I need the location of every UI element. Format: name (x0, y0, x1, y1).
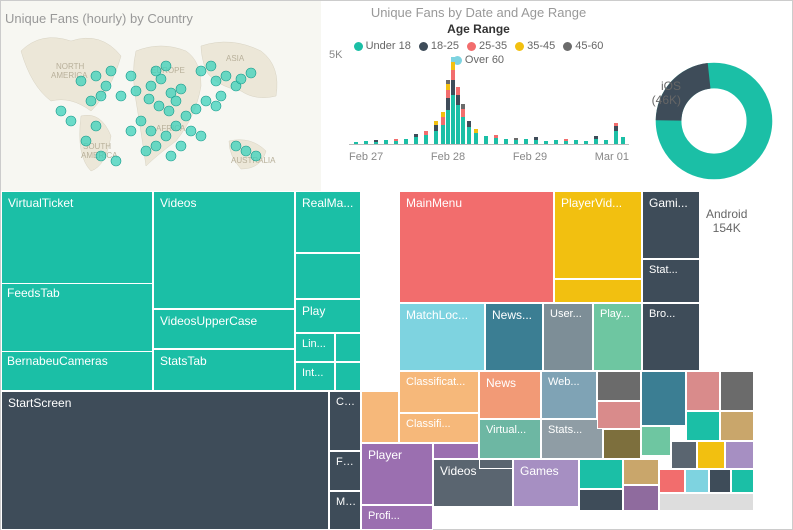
treemap-cell[interactable]: Play... (593, 303, 642, 371)
treemap-cell[interactable]: StartScreen (1, 391, 329, 530)
treemap-cell[interactable] (725, 441, 754, 469)
treemap-cell[interactable]: Web... (541, 371, 597, 419)
treemap-cell[interactable] (641, 371, 686, 426)
treemap-cell[interactable]: Stat... (642, 259, 700, 303)
treemap-cell[interactable] (720, 371, 754, 411)
treemap-cell[interactable]: Ma... (329, 491, 361, 530)
treemap-cell[interactable] (295, 253, 361, 299)
treemap-cell[interactable]: MainMenu (399, 191, 554, 303)
svg-text:NORTH: NORTH (56, 62, 85, 71)
treemap-cell[interactable] (597, 371, 641, 401)
legend-18-25[interactable]: 18-25 (419, 40, 459, 52)
map-chart[interactable]: Unique Fans (hourly) by Country NORTH AM… (1, 1, 321, 191)
treemap-cell[interactable] (720, 411, 754, 441)
treemap-cell[interactable] (659, 493, 754, 511)
treemap-cell[interactable]: Bro... (642, 303, 700, 371)
treemap-cell[interactable]: MatchLoc... (399, 303, 485, 371)
bar-subtitle: Age Range (329, 22, 628, 36)
treemap-cell[interactable] (335, 362, 361, 391)
treemap-cell[interactable]: Lin... (295, 333, 335, 362)
treemap-cell[interactable] (659, 469, 685, 493)
treemap-cell[interactable] (603, 429, 641, 459)
donut-label-ios: iOS (46K) (636, 79, 681, 107)
treemap-cell[interactable] (579, 489, 623, 511)
treemap-cell[interactable]: Play (295, 299, 361, 333)
treemap-cell[interactable] (686, 411, 720, 441)
treemap-cell[interactable] (361, 391, 399, 443)
svg-text:ASIA: ASIA (226, 54, 245, 63)
y-tick: 5K (329, 49, 342, 61)
treemap-cell[interactable]: Player (361, 443, 433, 505)
treemap-cell[interactable]: Fixt... (329, 451, 361, 491)
bars-area (349, 53, 629, 145)
treemap-cell[interactable]: News... (485, 303, 543, 371)
treemap-cell[interactable]: Classifi... (399, 413, 479, 443)
treemap-cell[interactable] (686, 371, 720, 411)
treemap-cell[interactable]: VideosUpperCase (153, 309, 295, 349)
treemap-cell[interactable] (335, 333, 361, 362)
treemap-cell[interactable] (479, 459, 513, 469)
treemap-chart[interactable]: VirtualTicketFeedsTabBernabeuCamerasVide… (1, 191, 793, 530)
legend-under-18[interactable]: Under 18 (354, 40, 411, 52)
map-title: Unique Fans (hourly) by Country (5, 11, 193, 26)
donut-chart[interactable]: iOS (46K) Android154K (636, 1, 791, 191)
bar-chart[interactable]: Unique Fans by Date and Age Range Age Ra… (321, 1, 636, 191)
legend-25-35[interactable]: 25-35 (467, 40, 507, 52)
treemap-cell[interactable]: Gami... (642, 191, 700, 259)
treemap-cell[interactable] (597, 401, 641, 429)
treemap-cell[interactable] (623, 459, 659, 485)
treemap-cell[interactable]: Cla... (329, 391, 361, 451)
treemap-cell[interactable] (554, 279, 642, 303)
world-map-svg: NORTH AMERICA SOUTH AMERICA EUROPE AFRIC… (1, 1, 321, 191)
treemap-cell[interactable]: News (479, 371, 541, 419)
treemap-cell[interactable]: Virtual... (479, 419, 541, 459)
treemap-cell[interactable] (579, 459, 623, 489)
treemap-cell[interactable] (623, 485, 659, 511)
treemap-cell[interactable]: StatsTab (153, 349, 295, 391)
legend-45-60[interactable]: 45-60 (563, 40, 603, 52)
treemap-cell[interactable] (709, 469, 731, 493)
treemap-cell[interactable] (671, 441, 697, 469)
treemap-cell[interactable]: Int... (295, 362, 335, 391)
treemap-cell[interactable]: Videos (153, 191, 295, 309)
treemap-cell[interactable]: RealMa... (295, 191, 361, 253)
treemap-cell[interactable]: User... (543, 303, 593, 371)
treemap-cell[interactable] (433, 443, 479, 459)
treemap-cell[interactable] (731, 469, 754, 493)
legend-35-45[interactable]: 35-45 (515, 40, 555, 52)
bar-title: Unique Fans by Date and Age Range (329, 5, 628, 20)
treemap-cell[interactable] (685, 469, 709, 493)
treemap-cell[interactable]: Profi... (361, 505, 433, 530)
treemap-cell[interactable] (641, 426, 671, 456)
treemap-cell[interactable]: Games (513, 459, 579, 507)
x-axis: Feb 27Feb 28Feb 29Mar 01 (349, 151, 629, 163)
treemap-cell[interactable]: Classificat... (399, 371, 479, 413)
treemap-cell[interactable]: Stats... (541, 419, 603, 459)
treemap-cell[interactable]: PlayerVid... (554, 191, 642, 279)
treemap-cell[interactable] (697, 441, 725, 469)
